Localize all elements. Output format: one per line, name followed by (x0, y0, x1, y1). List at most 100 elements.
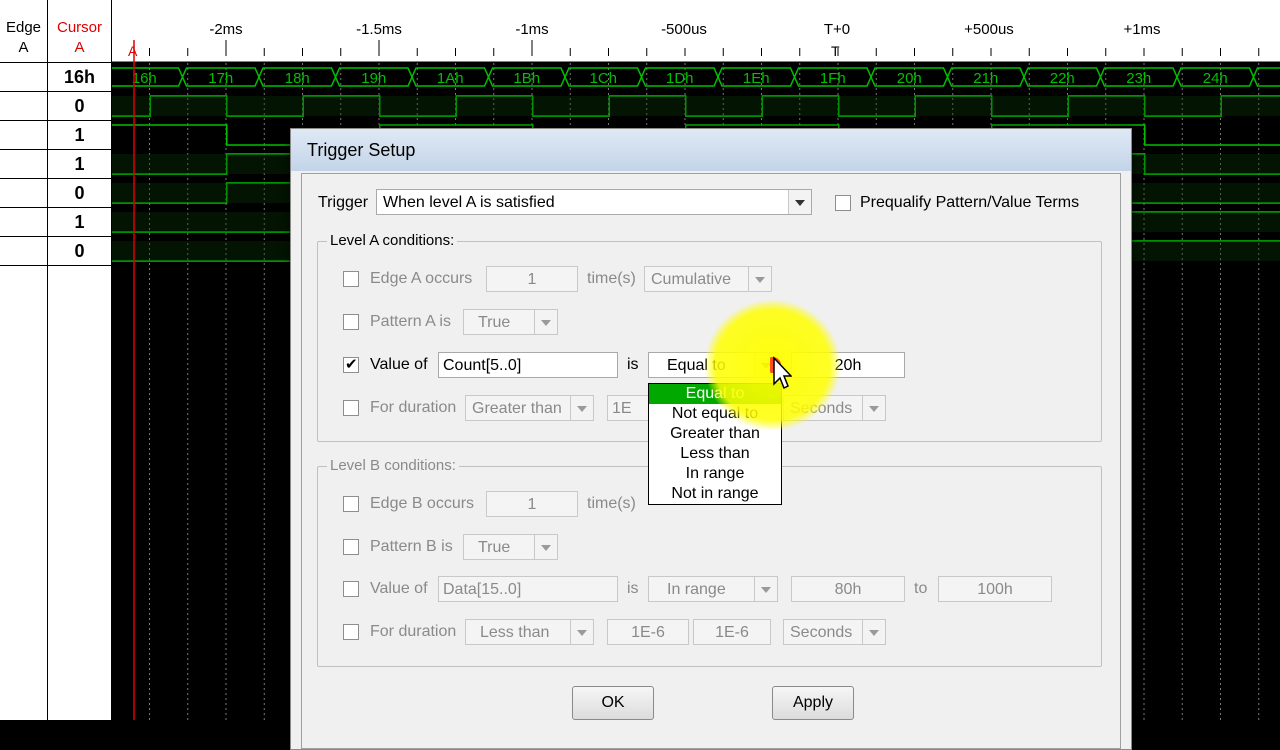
apply-button[interactable]: Apply (772, 686, 854, 720)
signal-value: 16h (48, 63, 111, 91)
bus-value: 17h (208, 70, 233, 87)
cursor-a-marker[interactable]: A (128, 43, 138, 59)
operator-option-less[interactable]: Less than (649, 444, 781, 464)
chevron-down-icon[interactable] (862, 620, 885, 644)
edge-a-unit: time(s) (587, 270, 636, 288)
chevron-down-icon[interactable] (748, 267, 771, 291)
bus-value: 18h (285, 70, 310, 87)
trigger-select-value: When level A is satisfied (383, 190, 555, 216)
bus-segment (1254, 68, 1280, 86)
duration-a-unit-value: Seconds (790, 396, 852, 422)
mouse-pointer-icon (770, 356, 792, 390)
edge-b-count-field[interactable]: 1 (486, 491, 578, 517)
signal-value: 0 (48, 237, 111, 265)
dialog-titlebar[interactable]: Trigger Setup (291, 129, 1131, 171)
bus-value: 21h (973, 70, 998, 87)
tick-label: -1.5ms (356, 21, 402, 38)
value-a-signal-field[interactable]: Count[5..0] (438, 352, 618, 378)
signal-row[interactable]: 0 (0, 92, 112, 121)
tick-label: -2ms (209, 21, 242, 38)
chevron-down-icon[interactable] (534, 310, 557, 334)
duration-b-label: For duration (370, 623, 456, 641)
bus-value: 23h (1126, 70, 1151, 87)
ok-button[interactable]: OK (572, 686, 654, 720)
duration-b-unit-value: Seconds (790, 620, 852, 646)
operator-option-not-equal[interactable]: Not equal to (649, 404, 781, 424)
signal-value: 1 (48, 150, 111, 178)
duration-a-checkbox[interactable] (343, 400, 359, 416)
pattern-a-value: True (478, 310, 510, 336)
trigger-marker: T (831, 43, 840, 59)
prequalify-label: Prequalify Pattern/Value Terms (860, 194, 1079, 212)
value-b-is-label: is (627, 580, 639, 598)
value-b-label: Value of (370, 580, 428, 598)
chevron-down-icon[interactable] (570, 620, 593, 644)
chevron-down-icon[interactable] (754, 577, 777, 601)
signal-row[interactable]: 0 (0, 237, 112, 266)
value-b-signal-field[interactable]: Data[15..0] (438, 576, 618, 602)
edge-a-label: Edge A occurs (370, 270, 472, 288)
pattern-b-checkbox[interactable] (343, 539, 359, 555)
duration-a-unit-select[interactable]: Seconds (783, 395, 886, 421)
operator-option-equal[interactable]: Equal to (649, 384, 781, 404)
value-b-operator-select[interactable]: In range (648, 576, 778, 602)
operator-option-not-in-range[interactable]: Not in range (649, 484, 781, 504)
value-b-checkbox[interactable] (343, 581, 359, 597)
pattern-a-select[interactable]: True (463, 309, 558, 335)
value-b-low-field[interactable]: 80h (791, 576, 905, 602)
arrow-cursor-icon (774, 358, 791, 388)
bus-value: 1Dh (666, 70, 694, 87)
signal-row[interactable]: 0 (0, 179, 112, 208)
signal-row[interactable]: 1 (0, 150, 112, 179)
signal-value: 1 (48, 121, 111, 149)
operator-option-greater[interactable]: Greater than (649, 424, 781, 444)
chevron-down-icon[interactable] (534, 535, 557, 559)
edge-a-count-field[interactable]: 1 (486, 266, 578, 292)
pattern-a-label: Pattern A is (370, 313, 451, 331)
operator-dropdown-list[interactable]: Equal to Not equal to Greater than Less … (648, 383, 782, 505)
duration-b-max-field[interactable]: 1E-6 (693, 619, 771, 645)
duration-a-value-field[interactable]: 1E (607, 395, 651, 421)
duration-b-operator-select[interactable]: Less than (465, 619, 594, 645)
cursor-a-header: Cursor A (48, 0, 111, 63)
bus-value: 24h (1203, 70, 1228, 87)
signal-row[interactable]: 1 (0, 121, 112, 150)
tick-label: +1ms (1123, 21, 1160, 38)
chevron-down-icon[interactable] (788, 190, 811, 214)
edge-a-mode-select[interactable]: Cumulative (644, 266, 772, 292)
edge-b-label: Edge B occurs (370, 495, 474, 513)
duration-a-label: For duration (370, 399, 456, 417)
bus-value: 1Ah (437, 70, 464, 87)
duration-b-unit-select[interactable]: Seconds (783, 619, 886, 645)
signal-row[interactable]: 16h (0, 63, 112, 92)
signal-value: 0 (48, 179, 111, 207)
edge-b-checkbox[interactable] (343, 496, 359, 512)
edge-b-unit: time(s) (587, 495, 636, 513)
prequalify-checkbox[interactable] (835, 195, 851, 211)
value-a-operator-select[interactable]: Equal to (648, 352, 778, 378)
pattern-b-select[interactable]: True (463, 534, 558, 560)
duration-a-operator-value: Greater than (472, 396, 562, 422)
tick-label: -500us (661, 21, 707, 38)
edge-a-header: Edge A (0, 0, 47, 63)
duration-b-operator-value: Less than (480, 620, 549, 646)
level-b-title: Level B conditions: (327, 457, 459, 474)
edge-a-mode-value: Cumulative (651, 267, 731, 293)
value-b-high-field[interactable]: 100h (938, 576, 1052, 602)
signal-row[interactable]: 1 (0, 208, 112, 237)
value-b-operator-value: In range (667, 577, 726, 603)
duration-b-checkbox[interactable] (343, 624, 359, 640)
tick-label: -1ms (515, 21, 548, 38)
duration-b-min-field[interactable]: 1E-6 (607, 619, 689, 645)
chevron-down-icon[interactable] (862, 396, 885, 420)
duration-a-operator-select[interactable]: Greater than (465, 395, 594, 421)
operator-option-in-range[interactable]: In range (649, 464, 781, 484)
edge-a-checkbox[interactable] (343, 271, 359, 287)
bus-value: 1Fh (820, 70, 846, 87)
pattern-a-checkbox[interactable] (343, 314, 359, 330)
chevron-down-icon[interactable] (570, 396, 593, 420)
value-a-checkbox[interactable] (343, 357, 359, 373)
trigger-label: Trigger (318, 194, 368, 212)
trigger-select[interactable]: When level A is satisfied (376, 189, 812, 215)
value-a-target-field[interactable]: 20h (791, 352, 905, 378)
